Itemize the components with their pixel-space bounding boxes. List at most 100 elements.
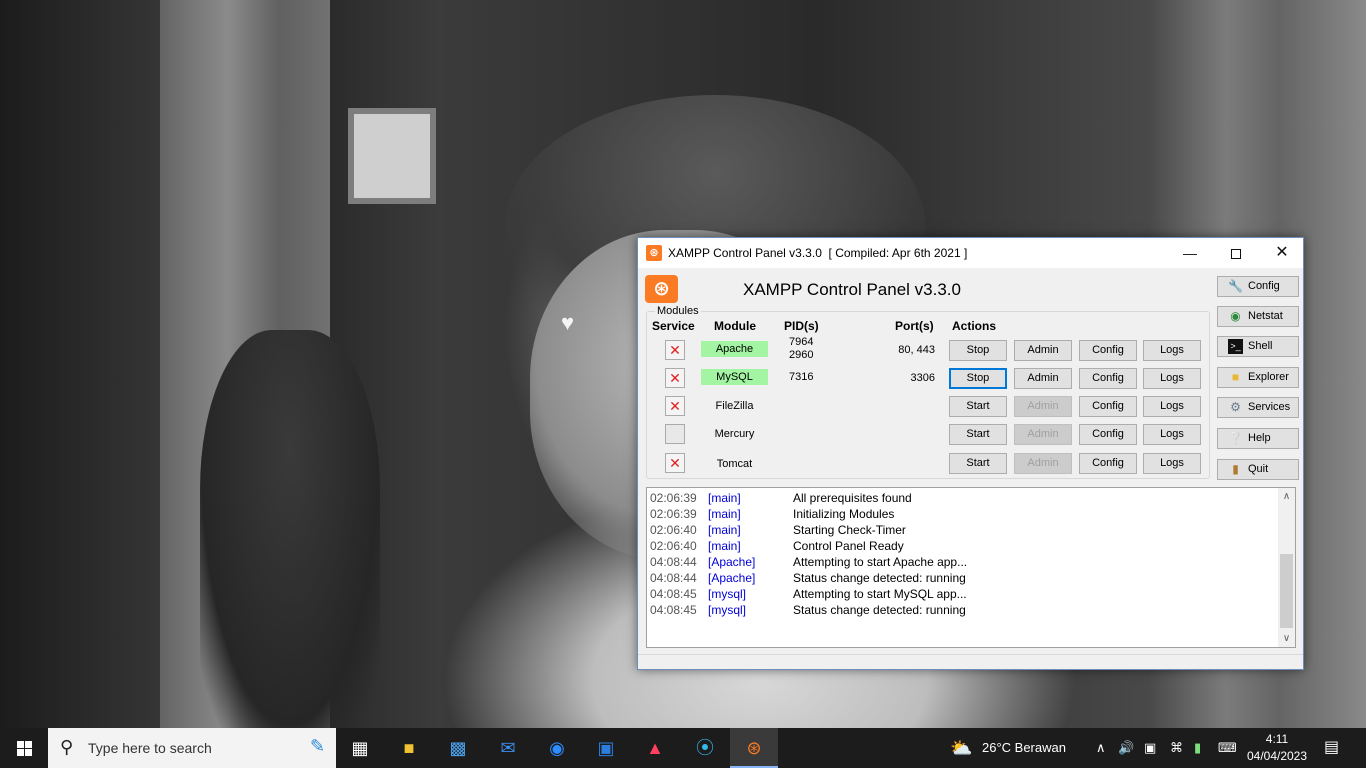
door-icon: ▮	[1232, 462, 1239, 476]
title-bar[interactable]: ⊛ XAMPP Control Panel v3.3.0 [ Compiled:…	[638, 238, 1303, 268]
module-name-mysql: MySQL	[701, 369, 768, 385]
tomcat-logs-button[interactable]: Logs	[1143, 453, 1201, 474]
windows-logo-icon	[17, 741, 32, 756]
scroll-down-icon[interactable]: ∨	[1278, 630, 1295, 647]
mysql-logs-button[interactable]: Logs	[1143, 368, 1201, 389]
tomcat-admin-button[interactable]: Admin	[1014, 453, 1072, 474]
task-view-icon[interactable]: ▦	[336, 728, 384, 768]
apache-stop-button[interactable]: Stop	[949, 340, 1007, 361]
header-actions: Actions	[952, 319, 997, 333]
xampp-logo: ⊛	[645, 275, 678, 303]
pid-mysql: 7316	[789, 371, 814, 383]
config-button[interactable]: 🔧 Config	[1217, 276, 1299, 297]
search-icon: ⚲	[60, 737, 74, 757]
log-time: 02:06:40	[650, 523, 697, 537]
heart-icon: ♥	[561, 310, 575, 335]
apache-logs-button[interactable]: Logs	[1143, 340, 1201, 361]
services-button[interactable]: ⚙ Services	[1217, 397, 1299, 418]
netstat-button[interactable]: ◉ Netstat	[1217, 306, 1299, 327]
xampp-taskbar-icon[interactable]: ⊛	[730, 728, 778, 768]
log-module: [main]	[708, 539, 741, 553]
mercury-config-button[interactable]: Config	[1079, 424, 1137, 445]
mysql-config-button[interactable]: Config	[1079, 368, 1137, 389]
mercury-admin-button[interactable]: Admin	[1014, 424, 1072, 445]
log-time: 04:08:45	[650, 603, 697, 617]
module-name-filezilla: FileZilla	[715, 400, 754, 412]
log-message: Status change detected: running	[793, 603, 966, 617]
minimize-button[interactable]: —	[1167, 238, 1213, 268]
quit-button[interactable]: ▮ Quit	[1217, 459, 1299, 480]
service-toggle-apache[interactable]	[665, 340, 685, 360]
close-button[interactable]: ✕	[1259, 238, 1305, 268]
app-icon[interactable]: ▣	[582, 728, 630, 768]
log-time: 04:08:44	[650, 555, 697, 569]
mercury-start-button[interactable]: Start	[949, 424, 1007, 445]
wallpaper-background-person	[200, 330, 380, 728]
pid-apache-2: 2960	[789, 349, 814, 361]
phone-link-icon[interactable]: ▣	[1144, 728, 1156, 768]
weather-text[interactable]: 26°C Berawan	[982, 728, 1066, 768]
mysql-admin-button[interactable]: Admin	[1014, 368, 1072, 389]
log-message: Control Panel Ready	[793, 539, 904, 553]
explorer-button-label: Explorer	[1248, 371, 1289, 383]
notifications-icon[interactable]: ▤	[1324, 728, 1339, 768]
maximize-icon	[1231, 249, 1241, 260]
apache-config-button[interactable]: Config	[1079, 340, 1137, 361]
log-message: Attempting to start Apache app...	[793, 555, 968, 569]
explorer-button[interactable]: ■ Explorer	[1217, 367, 1299, 388]
shell-button[interactable]: >_ Shell	[1217, 336, 1299, 357]
wifi-icon[interactable]: ⌘	[1170, 728, 1183, 768]
mysql-stop-button[interactable]: Stop	[949, 368, 1007, 389]
services-button-label: Services	[1248, 401, 1291, 413]
shell-button-label: Shell	[1248, 340, 1273, 352]
tray-overflow-icon[interactable]: ∧	[1096, 728, 1106, 768]
filezilla-config-button[interactable]: Config	[1079, 396, 1137, 417]
log-time: 04:08:44	[650, 571, 697, 585]
scroll-thumb[interactable]	[1280, 554, 1293, 628]
weather-icon[interactable]: ⛅	[950, 728, 972, 768]
help-button[interactable]: ❔ Help	[1217, 428, 1299, 449]
keyboard-icon[interactable]: ⌨	[1218, 728, 1237, 768]
scroll-up-icon[interactable]: ∧	[1278, 488, 1295, 505]
battery-icon[interactable]: ▮	[1194, 728, 1201, 768]
module-name-apache: Apache	[701, 341, 768, 357]
clock[interactable]: 4:11 04/04/2023	[1243, 731, 1311, 765]
wallpaper-frame	[348, 108, 436, 204]
log-message: Attempting to start MySQL app...	[793, 587, 967, 601]
zoom-icon[interactable]: ◉	[533, 728, 581, 768]
service-toggle-mercury[interactable]	[665, 424, 685, 444]
start-button[interactable]	[0, 728, 48, 768]
mail-icon[interactable]: ✉	[484, 728, 532, 768]
apache-admin-button[interactable]: Admin	[1014, 340, 1072, 361]
log-module: [main]	[708, 491, 741, 505]
log-time: 02:06:39	[650, 491, 697, 505]
file-explorer-icon[interactable]: ■	[385, 728, 433, 768]
tomcat-config-button[interactable]: Config	[1079, 453, 1137, 474]
filezilla-admin-button[interactable]: Admin	[1014, 396, 1072, 417]
config-button-label: Config	[1248, 280, 1280, 292]
filezilla-logs-button[interactable]: Logs	[1143, 396, 1201, 417]
service-toggle-filezilla[interactable]	[665, 396, 685, 416]
mercury-logs-button[interactable]: Logs	[1143, 424, 1201, 445]
taskbar-search[interactable]: ⚲ Type here to search ✎	[48, 728, 336, 768]
help-button-label: Help	[1248, 432, 1271, 444]
pid-apache-1: 7964	[789, 336, 814, 348]
store-icon[interactable]: ▩	[434, 728, 482, 768]
edge-icon[interactable]: ⦿	[681, 728, 729, 768]
filezilla-start-button[interactable]: Start	[949, 396, 1007, 417]
header-ports: Port(s)	[895, 319, 934, 333]
anydesk-icon[interactable]: ▲	[631, 728, 679, 768]
log-module: [main]	[708, 507, 741, 521]
log-message: Status change detected: running	[793, 571, 966, 585]
service-toggle-tomcat[interactable]	[665, 453, 685, 473]
log-panel[interactable]: 02:06:39 [main] All prerequisites found 02…	[646, 487, 1296, 648]
folder-icon: ■	[1231, 370, 1240, 384]
log-module: [Apache]	[708, 555, 756, 569]
log-time: 04:08:45	[650, 587, 697, 601]
modules-label: Modules	[655, 305, 701, 317]
log-scrollbar[interactable]: ∧ ∨	[1278, 488, 1295, 647]
volume-icon[interactable]: 🔊	[1118, 728, 1134, 768]
maximize-button[interactable]	[1213, 238, 1259, 268]
tomcat-start-button[interactable]: Start	[949, 453, 1007, 474]
service-toggle-mysql[interactable]	[665, 368, 685, 388]
